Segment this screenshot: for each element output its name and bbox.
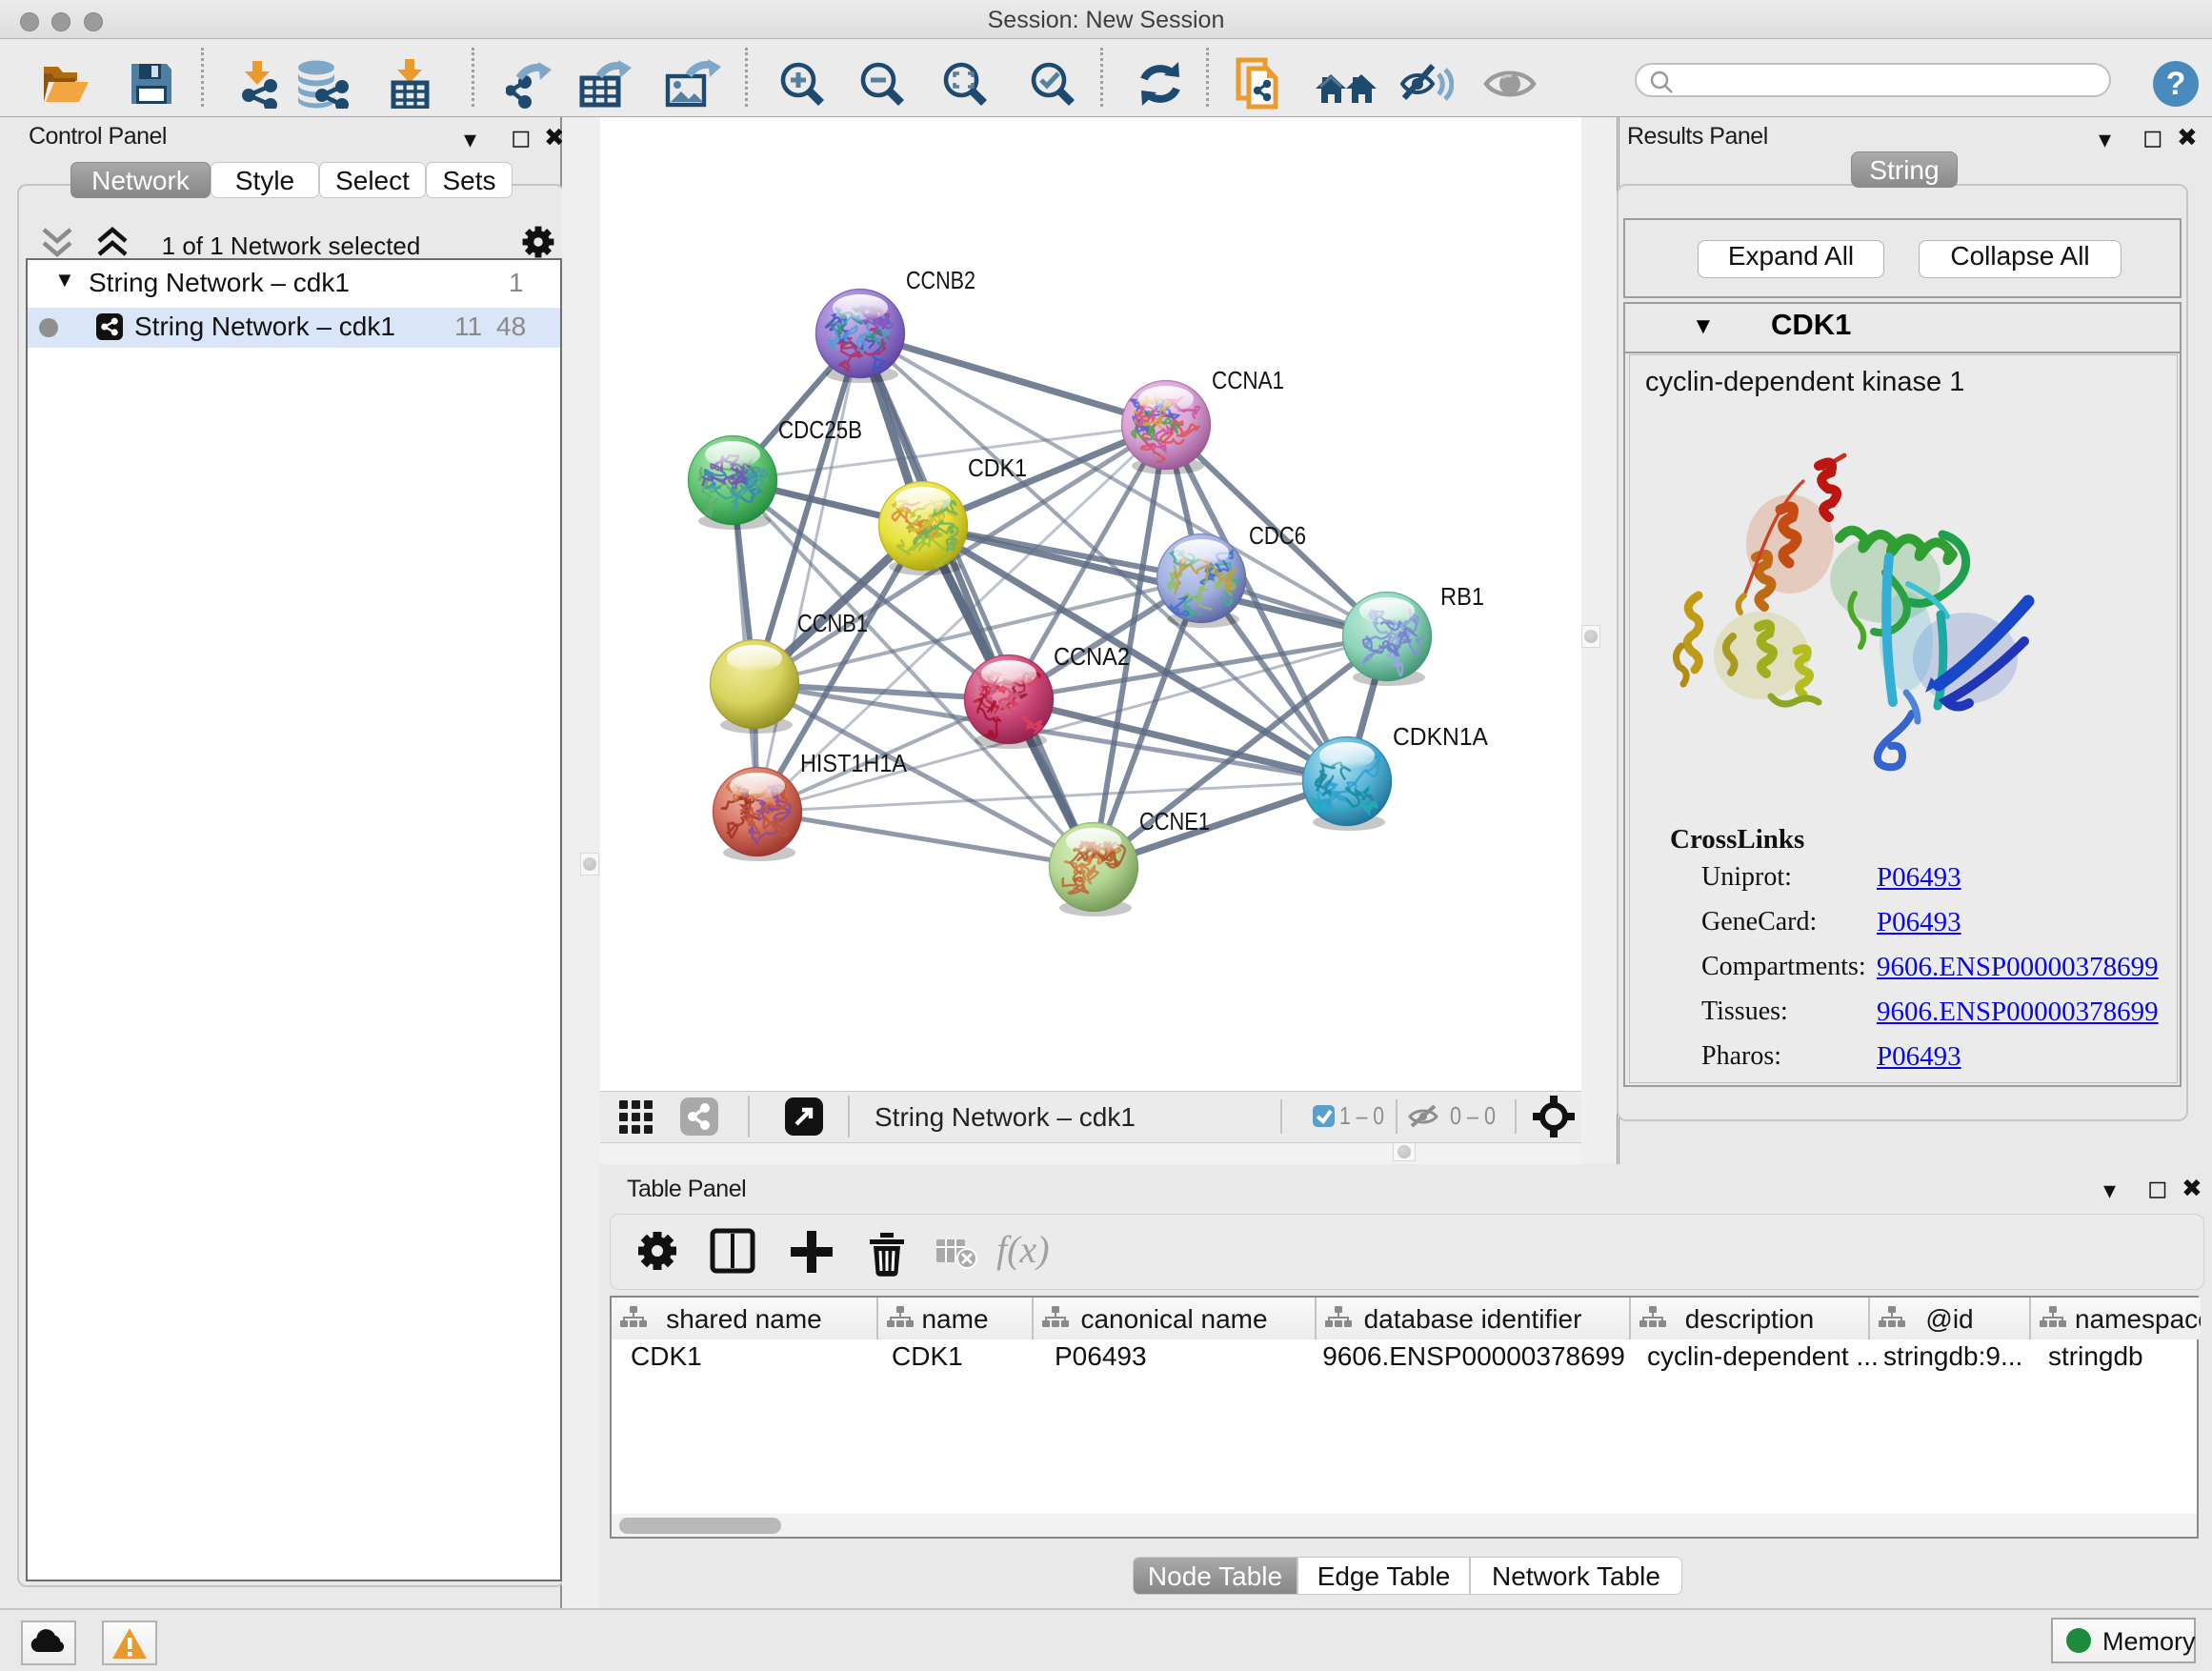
svg-text:CCNB2: CCNB2 [906, 266, 975, 294]
svg-text:String Network – cdk1: String Network – cdk1 [875, 1102, 1136, 1132]
svg-text:CDK1: CDK1 [968, 453, 1027, 482]
svg-text:HIST1H1A: HIST1H1A [800, 749, 908, 777]
svg-text:CDKN1A: CDKN1A [1393, 722, 1489, 751]
svg-text:0 – 0: 0 – 0 [1450, 1101, 1496, 1130]
svg-text:CDC6: CDC6 [1249, 521, 1306, 550]
svg-text:RB1: RB1 [1440, 582, 1484, 611]
svg-text:CCNE1: CCNE1 [1139, 807, 1210, 836]
svg-text:CDC25B: CDC25B [778, 415, 862, 444]
svg-text:1 – 0: 1 – 0 [1339, 1101, 1384, 1130]
svg-text:f(x): f(x) [996, 1228, 1050, 1271]
svg-text:CCNA1: CCNA1 [1212, 366, 1284, 394]
svg-text:CCNA2: CCNA2 [1054, 642, 1130, 671]
svg-text:CCNB1: CCNB1 [797, 609, 868, 637]
